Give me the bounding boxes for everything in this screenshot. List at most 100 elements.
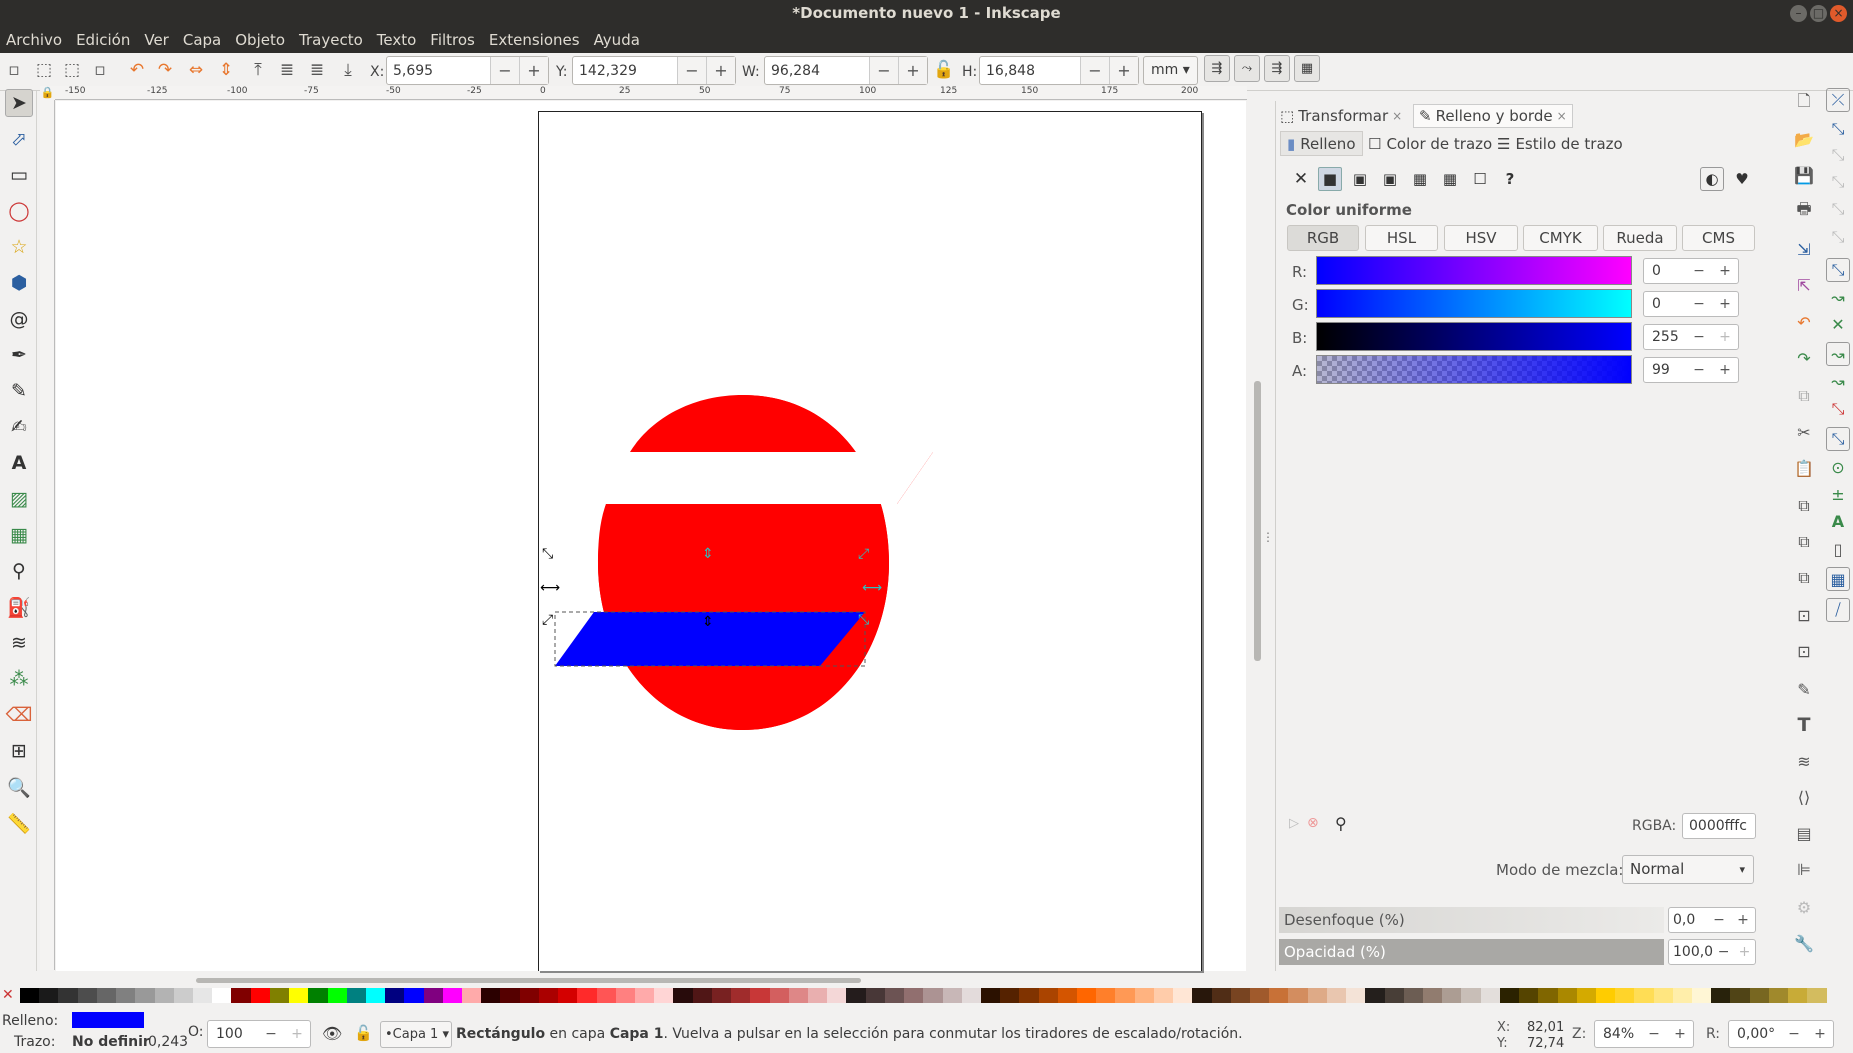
r-field[interactable]: 0− + [1643,258,1739,284]
palette-swatch[interactable] [692,988,712,1003]
lock-ratio-icon[interactable]: 🔓 [932,58,956,82]
b-increment-button[interactable]: + [1712,329,1738,345]
rotation-field[interactable]: 0,00° − + [1728,1020,1834,1048]
select-all-layers-icon[interactable]: ⬚ [32,58,56,82]
lower-to-bottom-icon[interactable]: ⤓ [336,58,360,82]
palette-swatch[interactable] [462,988,482,1003]
b-slider[interactable] [1316,322,1632,351]
palette-swatch[interactable] [308,988,328,1003]
palette-swatch[interactable] [1115,988,1135,1003]
close-tab-icon[interactable]: × [1392,109,1402,123]
rotate-cw-icon[interactable]: ↷ [153,58,177,82]
snap-cusp-icon[interactable]: ↝ [1826,342,1850,366]
palette-swatch[interactable] [77,988,97,1003]
xml-editor-icon[interactable]: ⟨⟩ [1792,785,1816,809]
palette-swatch[interactable] [1307,988,1327,1003]
zoom-out-button[interactable]: − [1641,1026,1667,1042]
palette-swatch[interactable] [1480,988,1500,1003]
snap-nodes-icon[interactable]: ⤡ [1826,258,1850,282]
palette-swatch[interactable] [1211,988,1231,1003]
mode-tab-cmyk[interactable]: CMYK [1523,225,1598,251]
w-decrement-button[interactable]: − [869,57,898,84]
palette-swatch[interactable] [1153,988,1174,1003]
palette-swatch[interactable] [711,988,732,1003]
mesh-gradient-icon[interactable]: ▦ [1408,167,1432,191]
palette-swatch[interactable] [980,988,1001,1003]
g-slider[interactable] [1316,289,1632,318]
close-tab-icon[interactable]: × [1557,109,1567,123]
menu-ver[interactable]: Ver [144,31,169,49]
a-increment-button[interactable]: + [1712,362,1738,378]
text-tool-icon[interactable]: A [5,449,33,477]
palette-swatch[interactable] [1634,988,1654,1003]
unlink-clone-icon[interactable]: ⧉ [1792,566,1816,590]
palette-swatch[interactable] [1326,988,1347,1003]
subtab-color-trazo[interactable]: ☐ Color de trazo [1368,131,1492,156]
fill-indicator-swatch[interactable] [72,1012,144,1028]
w-field[interactable]: 96,284 − + [764,56,928,85]
rotation-increment-button[interactable]: + [1807,1026,1833,1042]
snap-guide-icon[interactable]: ⧸ [1826,598,1850,622]
save-icon[interactable]: 💾 [1792,163,1816,187]
snap-page-icon[interactable]: ▯ [1826,537,1850,561]
transform-patterns-icon[interactable]: ▦ [1294,55,1320,82]
horizontal-scrollbar[interactable] [56,978,1246,984]
palette-swatch[interactable] [538,988,559,1003]
scale-handle-sw-icon[interactable]: ⤢ [542,612,553,628]
snap-grid-icon[interactable]: ▦ [1826,567,1850,591]
w-value[interactable]: 96,284 [765,63,869,79]
x-decrement-button[interactable]: − [490,57,519,84]
palette-swatch[interactable] [1269,988,1289,1003]
palette-swatch[interactable] [404,988,424,1003]
menu-trayecto[interactable]: Trayecto [299,31,363,49]
a-field[interactable]: 99− + [1643,357,1739,383]
copy-icon[interactable]: ⧉ [1792,384,1816,408]
palette-swatch[interactable] [1788,988,1808,1003]
layer-visibility-icon[interactable]: 👁 [322,1024,342,1043]
menu-ayuda[interactable]: Ayuda [594,31,640,49]
paint-bucket-tool-icon[interactable]: ⛽ [5,593,33,621]
blend-mode-select[interactable]: Normal ▾ [1622,855,1754,884]
palette-swatch[interactable] [1019,988,1039,1003]
fill-rule-evenodd-icon[interactable]: ◐ [1700,167,1724,191]
document-properties-icon[interactable]: ▤ [1792,821,1816,845]
palette-swatch[interactable] [423,988,443,1003]
linear-gradient-icon[interactable]: ▣ [1348,167,1372,191]
palette-swatch[interactable] [731,988,751,1003]
skew-handle-e-icon[interactable]: ⟷ [862,580,882,596]
snap-bbox-corner-icon[interactable]: ⤡ [1826,170,1850,194]
blur-slider[interactable]: Desenfoque (%) [1279,907,1664,933]
pen-tool-icon[interactable]: ✒ [5,341,33,369]
snap-center-icon[interactable]: ⊙ [1826,455,1850,479]
rgba-input[interactable]: 0000fffc [1682,813,1756,839]
h-value[interactable]: 16,848 [980,63,1080,79]
fill-stroke-dialog-icon[interactable]: ✎ [1792,677,1816,701]
snap-others-icon[interactable]: ⤡ [1826,427,1850,451]
y-decrement-button[interactable]: − [677,57,706,84]
rotation-decrement-button[interactable]: − [1781,1026,1807,1042]
palette-swatch[interactable] [231,988,251,1003]
menu-extensiones[interactable]: Extensiones [489,31,580,49]
status-opacity-decrement-button[interactable]: − [258,1026,284,1042]
mode-tab-hsl[interactable]: HSL [1365,225,1438,251]
palette-swatch[interactable] [1538,988,1558,1003]
status-opacity-increment-button[interactable]: + [284,1026,310,1042]
minimize-icon[interactable]: – [1790,5,1807,22]
snap-bbox-center-icon[interactable]: ⤡ [1826,225,1850,249]
x-value[interactable]: 5,695 [387,63,490,79]
blur-value[interactable]: 0,0 [1669,912,1707,928]
palette-swatch[interactable] [1557,988,1577,1003]
palette-swatch[interactable] [596,988,616,1003]
palette-swatch[interactable] [20,988,40,1003]
preferences-icon[interactable]: ⚙ [1792,895,1816,919]
palette-swatch[interactable] [1250,988,1270,1003]
palette-swatch[interactable] [58,988,78,1003]
snap-rotation-center-icon[interactable]: ± [1826,482,1850,506]
palette-swatch[interactable] [923,988,943,1003]
connector-tool-icon[interactable]: ⊞ [5,737,33,765]
print-icon[interactable]: 🖶 [1792,199,1816,223]
palette-swatch[interactable] [39,988,59,1003]
measure-tool-icon[interactable]: 📏 [5,809,33,837]
mode-tab-rueda[interactable]: Rueda [1603,225,1677,251]
status-opacity-field[interactable]: 100− + [207,1020,311,1048]
